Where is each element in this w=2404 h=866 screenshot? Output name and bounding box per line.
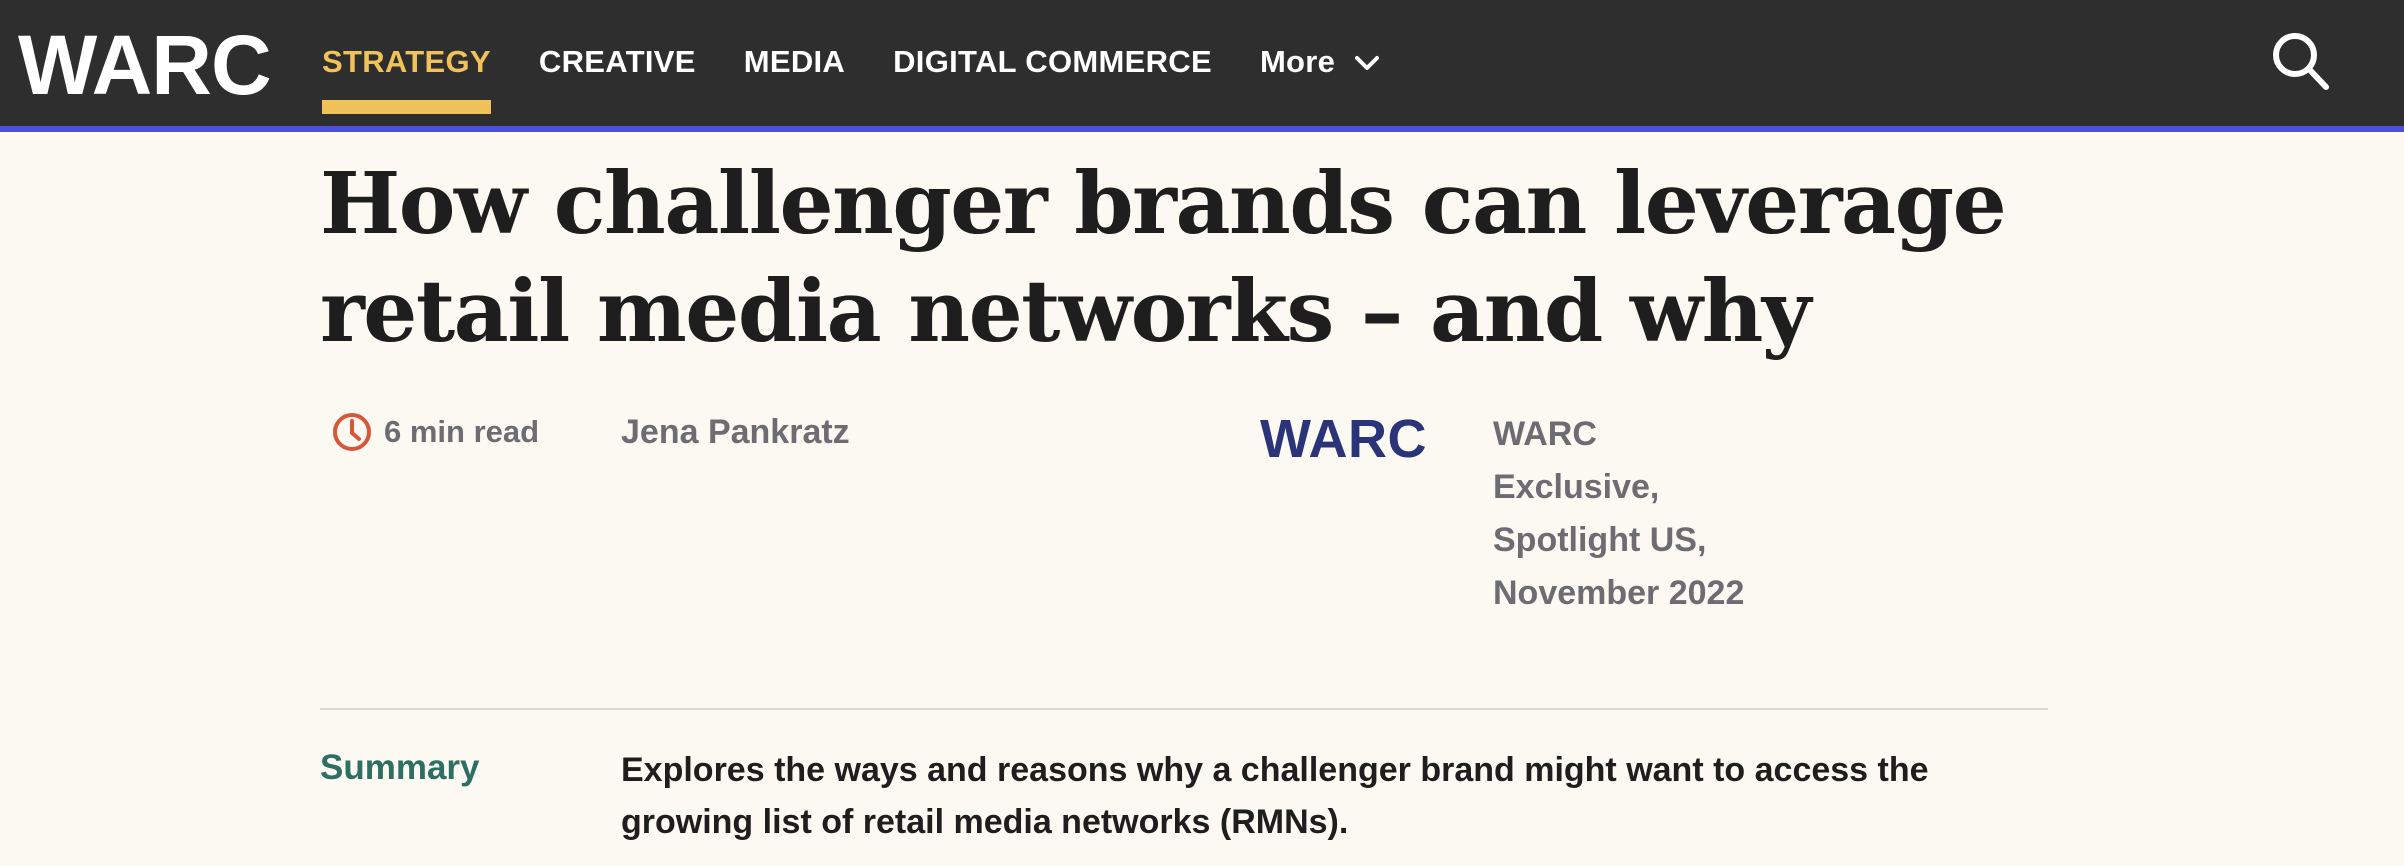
active-indicator — [322, 100, 491, 114]
nav-item-label: MEDIA — [743, 44, 846, 79]
article-title: How challenger brands can leverage retai… — [320, 154, 2007, 362]
source-info: WARC Exclusive, Spotlight US, November 2… — [1493, 415, 1745, 612]
author-link[interactable]: Jena Pankratz — [621, 408, 850, 456]
publisher-logo: WARC — [1260, 409, 1427, 469]
nav-more-label: More — [1259, 44, 1336, 79]
warc-logo[interactable]: WARC — [18, 20, 272, 110]
nav-item-creative[interactable]: CREATIVE — [539, 0, 696, 126]
top-navigation-bar: WARC STRATEGY CREATIVE MEDIA DIGITAL COM… — [0, 0, 2404, 132]
search-icon[interactable] — [2270, 30, 2332, 94]
clock-icon — [333, 413, 371, 451]
summary-label: Summary — [320, 748, 480, 787]
nav-item-label: STRATEGY — [322, 44, 491, 79]
read-time: 6 min read — [330, 410, 539, 454]
read-time-text: 6 min read — [384, 414, 540, 449]
main-nav: STRATEGY CREATIVE MEDIA DIGITAL COMMERCE… — [322, 0, 1433, 126]
nav-item-digital-commerce[interactable]: DIGITAL COMMERCE — [893, 0, 1212, 126]
nav-item-media[interactable]: MEDIA — [744, 0, 845, 126]
chevron-down-icon — [1355, 56, 1380, 70]
divider — [320, 708, 2048, 710]
nav-item-label: DIGITAL COMMERCE — [893, 44, 1212, 79]
summary-text: Explores the ways and reasons why a chal… — [621, 751, 1929, 841]
nav-item-label: CREATIVE — [538, 44, 696, 79]
nav-more-dropdown[interactable]: More — [1260, 0, 1385, 126]
nav-item-strategy[interactable]: STRATEGY — [322, 0, 491, 126]
